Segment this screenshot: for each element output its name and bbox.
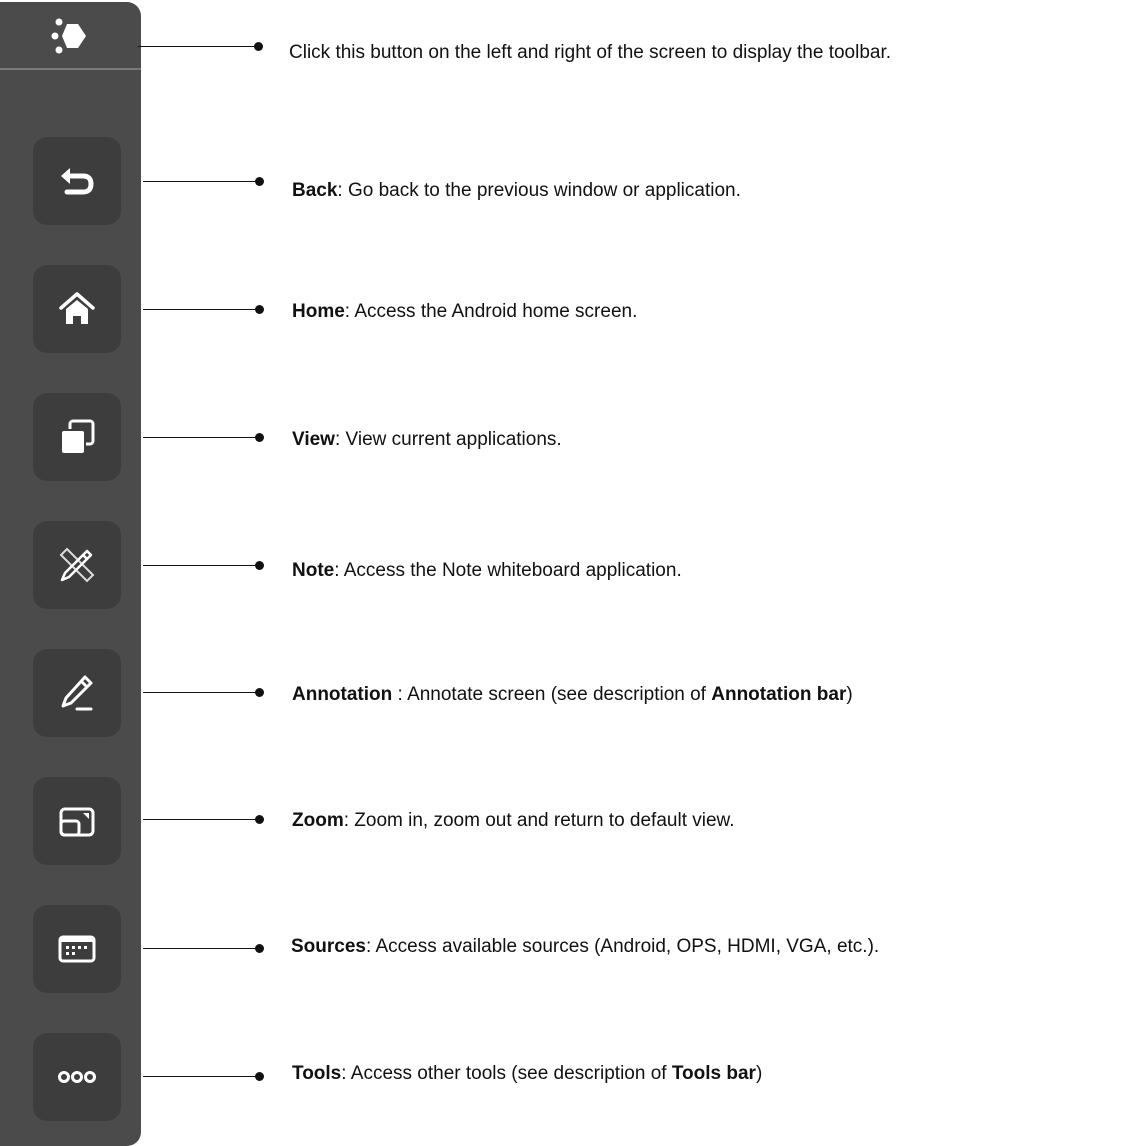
more-icon [58,1071,96,1083]
desc-separator: : [365,936,376,957]
windows-icon [60,419,95,455]
home-icon [59,292,95,324]
desc-label: Zoom [292,810,344,831]
desc-tail: ) [755,1063,763,1084]
connector-line [138,46,258,47]
back-icon [61,168,94,195]
tools-button[interactable] [33,1033,121,1121]
connector-dot [255,944,264,953]
desc-text: Access the Note whiteboard application. [343,560,682,581]
desc-back: Back: Go back to the previous window or … [292,179,741,203]
desc-separator: : [343,810,355,831]
pencil-ruler-icon [59,547,95,583]
view-button[interactable] [33,393,121,481]
desc-label: Note [292,560,335,581]
desc-tail: ) [846,684,853,705]
desc-separator: : [334,429,346,450]
home-button[interactable] [33,265,121,353]
desc-label: Home [292,301,345,322]
intro-text: Click this button on the left and right … [289,42,892,63]
desc-annotation: Annotation : Annotate screen (see descri… [292,683,853,707]
desc-label: Sources [291,936,366,957]
connector-line [143,309,259,310]
desc-separator: : [344,301,355,322]
desc-label: Annotation [292,684,393,705]
desc-label: Tools [292,1063,342,1084]
back-button[interactable] [33,137,121,225]
connector-line [143,181,259,182]
note-button[interactable] [33,521,121,609]
connector-dot [255,177,264,186]
desc-label: Back [292,180,338,201]
connector-dot [255,305,264,314]
desc-text: Annotate screen (see description of [407,684,712,705]
connector-line [143,692,259,693]
connector-dot [255,1072,264,1081]
sources-icon [58,935,96,963]
sources-button[interactable] [33,905,121,993]
side-toolbar [0,2,141,1146]
desc-text: Access available sources (Android, OPS, … [375,936,880,957]
desc-text: View current applications. [345,429,562,450]
connector-line [143,437,259,438]
toolbar-toggle-button[interactable] [0,2,141,70]
desc-text: Zoom in, zoom out and return to default … [354,810,735,831]
desc-text: Access the Android home screen. [354,301,638,322]
desc-label: View [292,429,335,450]
connector-line [143,565,259,566]
connector-dot [255,815,264,824]
annotation-button[interactable] [33,649,121,737]
desc-separator: : [334,560,344,581]
desc-zoom: Zoom: Zoom in, zoom out and return to de… [292,809,735,833]
desc-tools: Tools: Access other tools (see descripti… [292,1062,762,1086]
toolbar-toggle-icon [51,18,86,54]
desc-separator: : [341,1063,351,1084]
connector-line [143,948,259,949]
connector-line [143,819,259,820]
connector-line [143,1076,259,1077]
desc-sources: Sources: Access available sources (Andro… [291,935,879,959]
connector-dot [255,561,264,570]
desc-view: View: View current applications. [292,428,562,452]
connector-dot [255,433,264,442]
connector-dot [255,688,264,697]
zoom-button[interactable] [33,777,121,865]
desc-separator: : [392,684,408,705]
zoom-icon [59,807,95,837]
desc-reference: Annotation bar [711,684,847,705]
desc-text: Access other tools (see description of [350,1063,672,1084]
desc-note: Note: Access the Note whiteboard applica… [292,559,682,583]
desc-reference: Tools bar [671,1063,756,1084]
connector-dot [254,42,263,51]
desc-home: Home: Access the Android home screen. [292,300,637,324]
desc-separator: : [337,180,348,201]
desc-text: Go back to the previous window or applic… [347,180,741,201]
pen-icon [61,675,93,711]
